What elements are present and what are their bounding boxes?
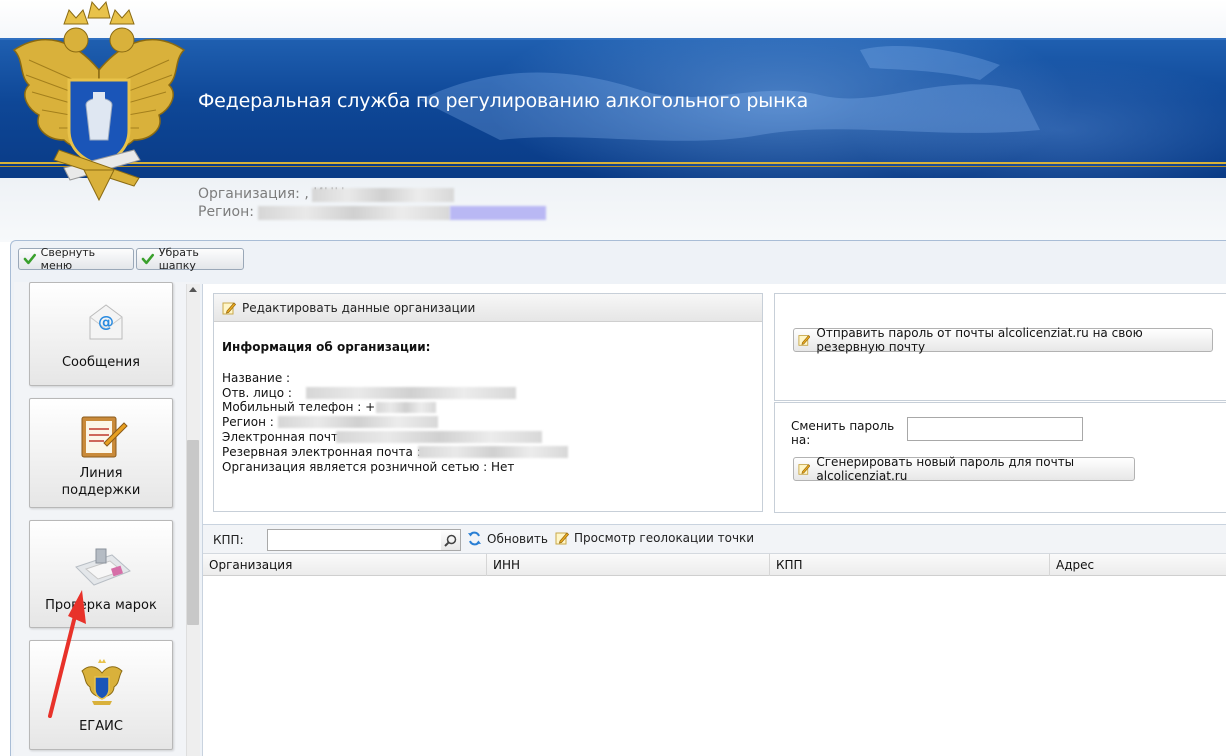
responsible-person-field: Отв. лицо : xyxy=(222,386,292,400)
mobile-phone-field: Мобильный телефон : + xyxy=(222,400,376,414)
column-header-kpp[interactable]: КПП xyxy=(770,554,1050,576)
send-password-label: Отправить пароль от почты alcolicenziat.… xyxy=(816,326,1143,354)
send-password-panel: Отправить пароль от почты alcolicenziat.… xyxy=(774,293,1226,401)
edit-pencil-icon xyxy=(555,532,569,545)
sidebar-item-stamp-check[interactable]: Проверка марок xyxy=(29,520,173,628)
grid-toolbar: КПП: Обновить Просмотр геолокации точки xyxy=(203,524,1226,554)
sidebar-scrollbar-thumb[interactable] xyxy=(187,440,199,625)
stamp-scanner-icon xyxy=(75,548,131,586)
redacted-phone xyxy=(376,402,436,413)
kpp-search-input[interactable] xyxy=(267,529,443,551)
email-field: Электронная почта : xyxy=(222,430,354,444)
sidebar-item-messages[interactable]: @ Сообщения xyxy=(29,282,173,386)
svg-text:@: @ xyxy=(98,312,114,331)
edit-pencil-icon xyxy=(798,464,811,475)
change-password-label-line2: на: xyxy=(791,433,811,447)
sidebar-item-support[interactable]: Линия поддержки xyxy=(29,398,173,508)
grid-header: Организация ИНН КПП Адрес xyxy=(203,554,1226,576)
support-clipboard-icon xyxy=(81,416,128,458)
geolocation-view-label: Просмотр геолокации точки xyxy=(574,531,755,545)
change-password-label-line1: Сменить пароль xyxy=(791,419,895,433)
kpp-search-button[interactable] xyxy=(441,529,461,551)
sidebar-item-label: Сообщения xyxy=(61,355,140,370)
redacted-region xyxy=(258,206,450,220)
email-icon: @ xyxy=(89,304,123,340)
collapse-menu-button[interactable]: Свернуть меню xyxy=(18,246,134,272)
region-label: Регион: xyxy=(198,204,254,220)
header-title: Федеральная служба по регулированию алко… xyxy=(198,90,809,112)
refresh-icon xyxy=(468,531,481,546)
sidebar-item-label: ЕГАИС xyxy=(79,719,123,734)
redacted-region-link xyxy=(450,206,546,220)
column-header-organization[interactable]: Организация xyxy=(203,554,487,576)
redacted-responsible-person xyxy=(306,387,516,399)
sidebar-menu: @ Сообщения Линия поддержки Проверка мар… xyxy=(14,282,200,756)
sidebar-item-label-line1: Линия xyxy=(79,466,123,481)
refresh-button[interactable]: Обновить xyxy=(467,531,548,546)
hide-header-button[interactable]: Убрать шапку xyxy=(136,246,244,272)
refresh-label: Обновить xyxy=(487,531,548,546)
column-header-inn[interactable]: ИНН xyxy=(487,554,770,576)
redacted-org-inn xyxy=(312,188,454,202)
redacted-email xyxy=(336,431,542,443)
generate-password-button[interactable]: Сгенерировать новый пароль для почты alc… xyxy=(793,455,1135,483)
new-password-input[interactable] xyxy=(907,417,1083,441)
collapse-menu-label: Свернуть меню xyxy=(40,246,96,272)
scroll-up-arrow-icon[interactable] xyxy=(189,287,197,292)
sidebar-item-egais[interactable]: ЕГАИС xyxy=(29,640,173,750)
checkmark-icon xyxy=(23,253,36,265)
emblem-icon xyxy=(81,659,123,705)
column-header-address[interactable]: Адрес xyxy=(1050,554,1226,576)
backup-email-field: Резервная электронная почта : xyxy=(222,445,421,459)
sidebar-item-label: Проверка марок xyxy=(45,598,157,613)
edit-org-data-button[interactable]: Редактировать данные организации xyxy=(214,294,762,322)
edit-pencil-icon xyxy=(222,301,236,314)
edit-org-data-label: Редактировать данные организации xyxy=(242,300,476,315)
content-area: Редактировать данные организации Информа… xyxy=(202,284,1226,756)
change-password-panel: Сменить пароль на: Сгенерировать новый п… xyxy=(774,402,1226,513)
sidebar-item-label-line2: поддержки xyxy=(61,483,141,498)
send-password-button[interactable]: Отправить пароль от почты alcolicenziat.… xyxy=(793,326,1213,354)
checkmark-icon xyxy=(141,253,155,265)
region-line: Регион: xyxy=(198,204,254,220)
generate-password-label: Сгенерировать новый пароль для почты alc… xyxy=(816,455,1075,483)
region-field: Регион : xyxy=(222,415,274,429)
edit-pencil-icon xyxy=(798,335,811,346)
org-info-title: Информация об организации: xyxy=(222,340,431,354)
redacted-backup-email xyxy=(418,446,568,458)
fsrar-emblem-icon xyxy=(12,0,186,202)
retail-network-field: Организация является розничной сетью : Н… xyxy=(222,460,515,474)
org-info-panel: Редактировать данные организации Информа… xyxy=(213,293,763,512)
geolocation-view-button[interactable]: Просмотр геолокации точки xyxy=(555,531,754,545)
org-name-field: Название : xyxy=(222,371,291,385)
redacted-region-value xyxy=(278,416,438,428)
search-icon xyxy=(444,534,457,547)
kpp-label: КПП: xyxy=(213,533,244,547)
hide-header-label: Убрать шапку xyxy=(158,246,199,272)
